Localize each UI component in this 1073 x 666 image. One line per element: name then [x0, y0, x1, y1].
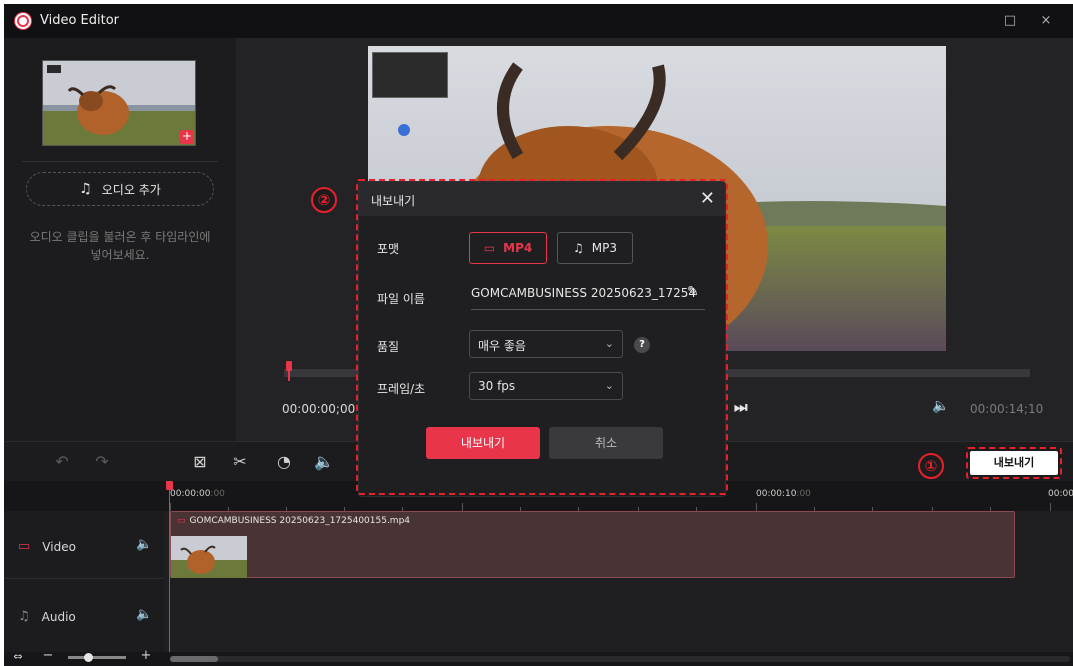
- video-camera-icon: ▭: [177, 516, 186, 526]
- zoom-slider-knob[interactable]: [84, 653, 93, 662]
- add-audio-button[interactable]: ♫ 오디오 추가: [26, 172, 214, 206]
- ruler-label-0: 00:00:00:00: [170, 489, 225, 499]
- skip-forward-icon[interactable]: ⏭: [734, 398, 748, 416]
- ruler-tick: [462, 503, 463, 511]
- window-title: Video Editor: [40, 13, 120, 28]
- callout-badge-1: ①: [918, 453, 944, 479]
- timeline-scrollbar[interactable]: [170, 656, 1070, 662]
- app-logo-icon: [14, 12, 32, 30]
- ruler-tick: [1050, 503, 1051, 511]
- recording-mini-window[interactable]: [372, 52, 448, 98]
- undo-icon[interactable]: ↶: [52, 452, 72, 471]
- maximize-button[interactable]: □: [1000, 11, 1020, 31]
- desktop-app-icon: [398, 124, 410, 136]
- callout-export-frame: [966, 447, 1062, 479]
- zoom-out-icon[interactable]: −: [38, 648, 58, 663]
- playhead-line[interactable]: [169, 481, 170, 654]
- audio-track-header: ♫ Audio 🔈: [4, 579, 164, 652]
- audio-track-volume-icon[interactable]: 🔈: [136, 607, 152, 622]
- divider: [22, 161, 218, 162]
- video-camera-icon: ▭: [18, 539, 31, 554]
- delete-clip-icon[interactable]: ⊠: [190, 452, 210, 471]
- cut-icon[interactable]: ✂: [230, 452, 250, 471]
- video-track-label: ▭ Video: [18, 539, 76, 554]
- playback-position-knob[interactable]: [286, 361, 292, 381]
- music-note-icon: ♫: [18, 609, 30, 624]
- speed-icon[interactable]: ◔: [274, 452, 294, 471]
- ruler-tick: [756, 503, 757, 511]
- title-bar: Video Editor □ ×: [4, 4, 1073, 38]
- clip-name: ▭ GOMCAMBUSINESS 20250623_1725400155.mp4: [177, 516, 411, 526]
- video-track-volume-icon[interactable]: 🔈: [136, 537, 152, 552]
- ruler-tick: [170, 503, 171, 511]
- clip-thumbnail: [171, 536, 247, 578]
- zoom-in-icon[interactable]: +: [136, 648, 156, 663]
- preview-volume-icon[interactable]: 🔈: [932, 398, 949, 414]
- ruler-label-10: 00:00:10:00: [756, 489, 811, 499]
- add-audio-label: 오디오 추가: [101, 182, 161, 197]
- volume-icon[interactable]: 🔈: [314, 452, 334, 471]
- video-editor-window: Video Editor □ × + ♫ 오디오 추가 오디오 클립을 불러온 …: [4, 4, 1073, 666]
- callout-dialog-frame: [356, 179, 728, 495]
- video-track-header: ▭ Video 🔈: [4, 511, 164, 579]
- zoom-slider-track[interactable]: [68, 656, 126, 659]
- add-clip-icon[interactable]: +: [180, 130, 194, 144]
- audio-track-label: ♫ Audio: [18, 609, 76, 624]
- audio-track-lane[interactable]: [164, 579, 1073, 652]
- video-thumbnail[interactable]: [42, 60, 196, 146]
- current-time: 00:00:00;00: [282, 402, 356, 416]
- total-time: 00:00:14;10: [970, 402, 1044, 416]
- playhead-handle[interactable]: [166, 481, 173, 490]
- audio-hint-text: 오디오 클립을 불러온 후 타임라인에 넣어보세요.: [29, 230, 211, 262]
- close-window-button[interactable]: ×: [1036, 11, 1056, 31]
- video-clip[interactable]: ▭ GOMCAMBUSINESS 20250623_1725400155.mp4: [170, 511, 1015, 578]
- callout-badge-2: ②: [311, 187, 337, 213]
- music-note-icon: ♫: [79, 181, 92, 197]
- redo-icon[interactable]: ↷: [92, 452, 112, 471]
- fit-timeline-icon[interactable]: ⇔: [8, 650, 28, 663]
- timeline-scrollbar-thumb[interactable]: [170, 656, 218, 662]
- media-panel: + ♫ 오디오 추가 오디오 클립을 불러온 후 타임라인에 넣어보세요.: [4, 38, 236, 441]
- ruler-label-15: 00:00: [1048, 489, 1073, 499]
